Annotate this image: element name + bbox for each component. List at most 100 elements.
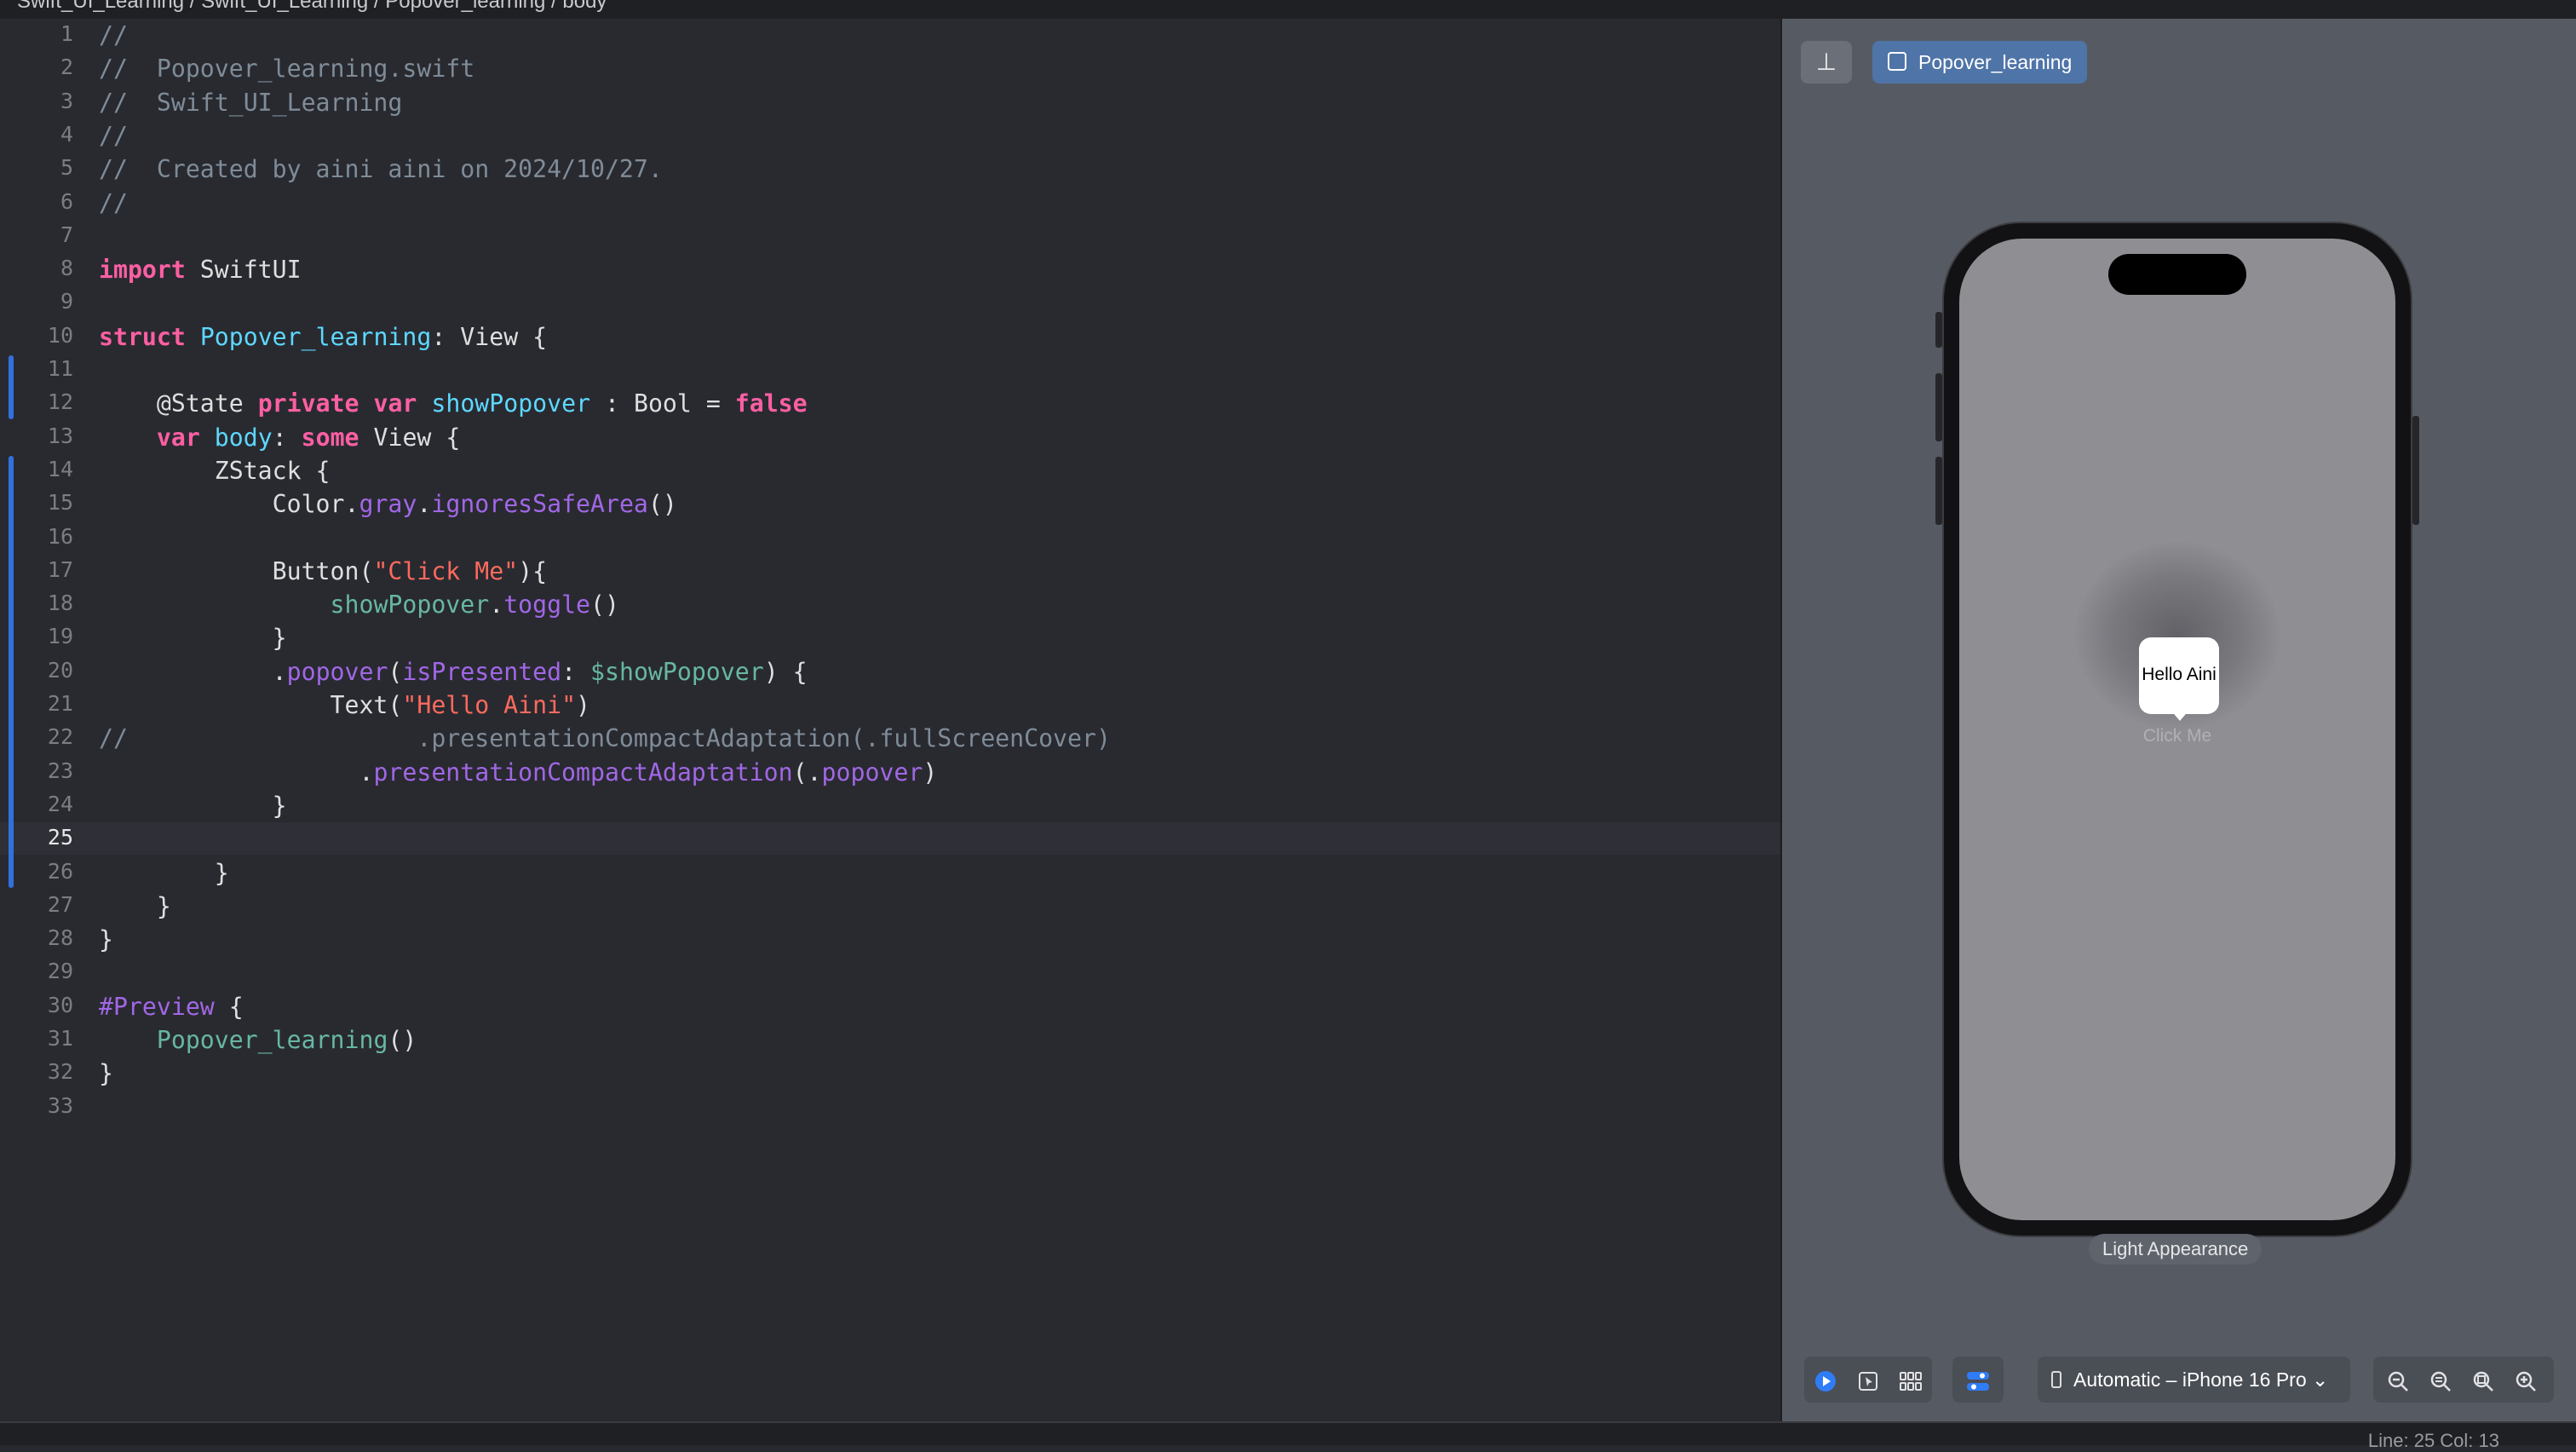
code-text: ZStack { bbox=[99, 456, 331, 485]
code-line[interactable]: 1 // bbox=[0, 19, 1780, 51]
line-number: 31 bbox=[47, 1026, 73, 1051]
zoom-in-icon[interactable] bbox=[2504, 1357, 2547, 1403]
code-editor[interactable]: 1 // 2 // Popover_learning.swift 3 // Swift_U… bbox=[0, 19, 1780, 1421]
code-line[interactable]: 3 // Swift_UI_Learning bbox=[0, 86, 1780, 118]
canvas-settings-icon[interactable] bbox=[1952, 1357, 2004, 1403]
live-preview-icon[interactable] bbox=[1804, 1357, 1847, 1403]
code-text: #Preview { bbox=[99, 992, 244, 1021]
power-button bbox=[2412, 416, 2419, 525]
click-me-button[interactable]: Click Me bbox=[1959, 726, 2395, 746]
change-indicator[interactable] bbox=[9, 455, 14, 888]
code-text: .presentationCompactAdaptation(.popover) bbox=[99, 758, 938, 786]
code-line[interactable]: 27 } bbox=[0, 890, 1780, 922]
code-text: } bbox=[99, 624, 287, 653]
code-line[interactable]: 17 Button("Click Me"){ bbox=[0, 555, 1780, 587]
code-text: var body: some View { bbox=[156, 423, 461, 452]
code-text: .popover(isPresented: $showPopover) { bbox=[99, 657, 808, 686]
code-text: // Popover_learning.swift bbox=[99, 55, 475, 84]
code-line[interactable]: 18 showPopover.toggle() bbox=[0, 588, 1780, 620]
line-number: 6 bbox=[60, 188, 73, 214]
line-number: 28 bbox=[47, 925, 73, 951]
code-line[interactable]: 11 bbox=[0, 354, 1780, 386]
pin-icon: ⊥ bbox=[1815, 49, 1837, 75]
code-text: Popover_learning() bbox=[156, 1026, 417, 1054]
code-line[interactable]: 13 var body: some View { bbox=[0, 421, 1780, 453]
code-line[interactable]: 33 bbox=[0, 1091, 1780, 1123]
code-text: // bbox=[99, 121, 128, 150]
line-number: 4 bbox=[60, 121, 73, 147]
code-line[interactable]: 30 #Preview { bbox=[0, 990, 1780, 1023]
code-line[interactable]: 4 // bbox=[0, 119, 1780, 152]
line-number: 32 bbox=[47, 1059, 73, 1085]
breadcrumb-text[interactable]: Swift_UI_Learning / Swift_UI_Learning / … bbox=[17, 0, 607, 14]
line-number: 33 bbox=[47, 1092, 73, 1118]
code-line[interactable]: 25 bbox=[0, 822, 1780, 856]
zoom-to-fit-icon[interactable] bbox=[2462, 1357, 2504, 1403]
dynamic-island bbox=[2108, 254, 2246, 295]
code-text: // Swift_UI_Learning bbox=[99, 88, 403, 117]
line-number: 1 bbox=[60, 21, 73, 46]
line-number: 27 bbox=[47, 891, 73, 917]
code-line[interactable]: 10 struct Popover_learning: View { bbox=[0, 320, 1780, 353]
code-line[interactable]: 23 .presentationCompactAdaptation(.popov… bbox=[0, 756, 1780, 788]
status-bar: Line: 25 Col: 13 bbox=[0, 1421, 2576, 1451]
line-number: 2 bbox=[60, 55, 73, 80]
preview-canvas: ⊥ Popover_learning Hello Aini Click Me L… bbox=[1782, 19, 2576, 1421]
volume-up-button bbox=[1935, 373, 1942, 441]
code-text: Text("Hello Aini") bbox=[99, 691, 591, 719]
code-line[interactable]: 2 // Popover_learning.swift bbox=[0, 52, 1780, 84]
device-frame: Hello Aini Click Me bbox=[1935, 222, 2419, 1237]
line-number: 5 bbox=[60, 155, 73, 181]
code-text: showPopover.toggle() bbox=[330, 591, 619, 619]
preview-mode-group bbox=[1804, 1357, 1932, 1403]
variants-icon[interactable] bbox=[1889, 1357, 1932, 1403]
popover[interactable]: Hello Aini bbox=[2139, 637, 2219, 721]
code-line[interactable]: 20 .popover(isPresented: $showPopover) { bbox=[0, 655, 1780, 688]
device-selector[interactable]: Automatic – iPhone 16 Pro ⌄ bbox=[2038, 1357, 2351, 1403]
selectable-icon[interactable] bbox=[1847, 1357, 1889, 1403]
code-line[interactable]: 7 bbox=[0, 220, 1780, 252]
code-line[interactable]: 24 } bbox=[0, 789, 1780, 821]
code-line[interactable]: 9 bbox=[0, 286, 1780, 319]
code-line[interactable]: 5 // Created by aini aini on 2024/10/27. bbox=[0, 153, 1780, 185]
code-line[interactable]: 28} bbox=[0, 923, 1780, 955]
change-indicator[interactable] bbox=[9, 355, 14, 419]
code-text: } bbox=[99, 891, 171, 920]
appearance-badge[interactable]: Light Appearance bbox=[2089, 1234, 2263, 1265]
volume-down-button bbox=[1935, 457, 1942, 525]
code-line[interactable]: 22// .presentationCompactAdaptation(.ful… bbox=[0, 722, 1780, 754]
code-line[interactable]: 15 Color.gray.ignoresSafeArea() bbox=[0, 487, 1780, 520]
line-number: 10 bbox=[47, 322, 73, 348]
code-text: // Created by aini aini on 2024/10/27. bbox=[99, 155, 663, 184]
code-line[interactable]: 12 @State private var showPopover : Bool… bbox=[0, 387, 1780, 419]
phone-screen[interactable]: Hello Aini Click Me bbox=[1959, 239, 2395, 1220]
code-line[interactable]: 32} bbox=[0, 1057, 1780, 1089]
code-line[interactable]: 21 Text("Hello Aini") bbox=[0, 689, 1780, 721]
cursor-position: Line: 25 Col: 13 bbox=[2367, 1430, 2499, 1451]
popover-text: Hello Aini bbox=[2142, 665, 2217, 684]
code-line[interactable]: 14 ZStack { bbox=[0, 454, 1780, 487]
code-line[interactable]: 19 } bbox=[0, 621, 1780, 654]
preview-tab[interactable]: Popover_learning bbox=[1872, 41, 2088, 84]
breadcrumb: Swift_UI_Learning / Swift_UI_Learning / … bbox=[0, 0, 2576, 20]
line-number: 7 bbox=[60, 222, 73, 247]
code-line[interactable]: 8 import SwiftUI bbox=[0, 253, 1780, 285]
code-text: // bbox=[99, 21, 128, 49]
zoom-out-icon[interactable] bbox=[2377, 1357, 2419, 1403]
preview-tab-icon bbox=[1888, 52, 1906, 71]
code-text: } bbox=[99, 1059, 113, 1088]
line-number: 3 bbox=[60, 88, 73, 113]
zoom-to-100-icon[interactable] bbox=[2419, 1357, 2462, 1403]
code-line[interactable]: 26 } bbox=[0, 856, 1780, 889]
code-line[interactable]: 6 // bbox=[0, 187, 1780, 219]
preview-tab-label: Popover_learning bbox=[1918, 51, 2073, 73]
code-line[interactable]: 16 bbox=[0, 521, 1780, 554]
code-text: @State private var showPopover : Bool = … bbox=[99, 389, 808, 418]
device-selector-label: Automatic – iPhone 16 Pro bbox=[2073, 1368, 2307, 1391]
pin-preview-button[interactable]: ⊥ bbox=[1801, 41, 1852, 84]
code-text: } bbox=[99, 925, 113, 954]
code-text: Button("Click Me"){ bbox=[99, 556, 548, 585]
code-line[interactable]: 31 Popover_learning() bbox=[0, 1023, 1780, 1056]
iphone-icon bbox=[2051, 1371, 2061, 1388]
code-line[interactable]: 29 bbox=[0, 956, 1780, 988]
